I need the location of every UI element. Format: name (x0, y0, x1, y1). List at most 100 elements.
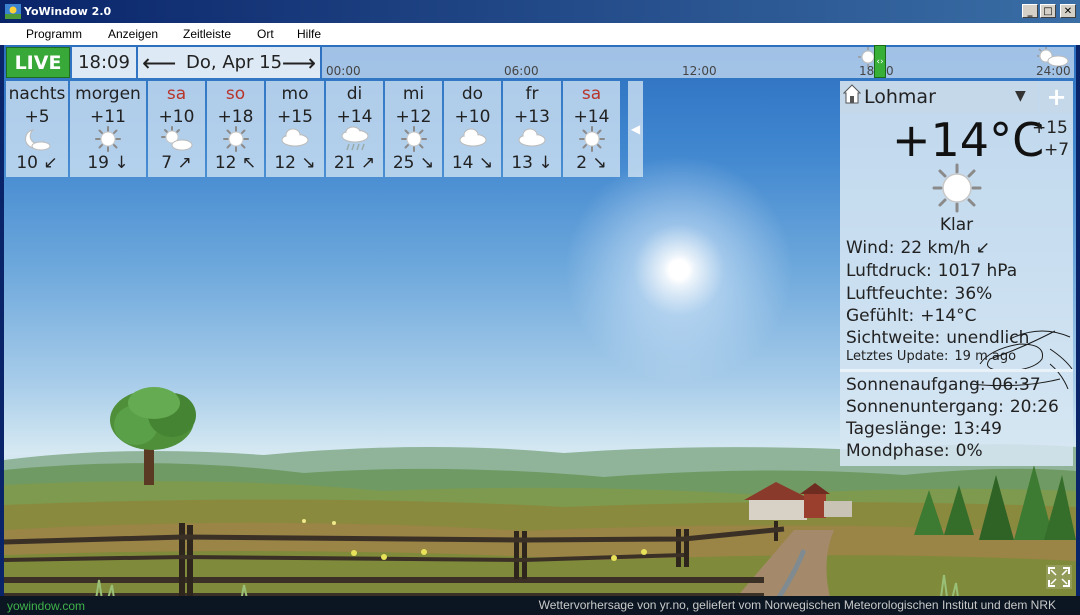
collapse-forecast-icon[interactable]: ◀ (628, 81, 643, 177)
detail-sunset: Sonnenuntergang: 20:26 (846, 397, 1059, 417)
condition-label: Klar (939, 215, 974, 235)
forecast-day[interactable]: di +14 21 ↗ (326, 81, 383, 177)
menu-anzeigen[interactable]: Anzeigen (108, 27, 158, 41)
time-control-bar: LIVE 18:09 ⟵ Do, Apr 15 ⟶ 00:00 06:00 12… (6, 45, 1074, 78)
detail-value: 22 km/h ↙ (900, 238, 991, 258)
detail-wind: Wind: 22 km/h ↙ (846, 238, 990, 258)
detail-humidity: Luftfeuchte: 36% (846, 284, 992, 304)
forecast-day[interactable]: morgen +11 19 ↓ (70, 81, 146, 177)
menu-bar: Programm Anzeigen Zeitleiste Ort Hilfe (0, 23, 1080, 45)
forecast-day-name: nachts (8, 84, 66, 104)
window-titlebar[interactable]: YoWindow 2.0 _ □ ✕ (0, 0, 1080, 23)
forecast-day-name: mi (402, 84, 425, 104)
timeline-tick: 12:00 (682, 64, 717, 78)
timeline-current-marker[interactable]: ‹› (874, 45, 886, 78)
menu-ort[interactable]: Ort (257, 27, 274, 41)
forecast-day[interactable]: sa +14 2 ↘ (563, 81, 620, 177)
current-time: 18:09 (72, 47, 136, 78)
cloud-icon (280, 126, 310, 152)
forecast-day-wind: 12 ↘ (274, 153, 316, 173)
live-button[interactable]: LIVE (6, 47, 70, 78)
high-temperature: +15 (1032, 118, 1068, 138)
forecast-day-name: fr (525, 84, 539, 104)
forecast-day-name: di (346, 84, 363, 104)
detail-day-length: Tageslänge: 13:49 (846, 419, 1002, 439)
moon-sun-icon (23, 126, 51, 156)
detail-label: Sonnenaufgang: (846, 375, 986, 395)
weather-details-panel: Lohmar ▼ + +14°C +15 +7 Klar Wind: 22 km/… (840, 81, 1073, 466)
forecast-day-wind: 21 ↗ (333, 153, 376, 173)
forecast-day[interactable]: so +18 12 ↖ (207, 81, 264, 177)
detail-sunrise: Sonnenaufgang: 06:37 (846, 375, 1041, 395)
forecast-day-name: sa (581, 84, 602, 104)
forecast-day-temp: +12 (395, 107, 432, 127)
forecast-day[interactable]: mo +15 12 ↘ (266, 81, 324, 177)
sun-icon (400, 126, 427, 156)
cloud-icon (458, 126, 488, 152)
forecast-day-temp: +10 (158, 107, 195, 127)
forecast-day-name: do (461, 84, 484, 104)
home-icon (843, 84, 861, 104)
detail-label: Mondphase: (846, 441, 950, 461)
current-temperature: +14°C (892, 113, 1045, 167)
detail-value: 20:26 (1009, 397, 1059, 417)
timeline-slider[interactable]: 00:00 06:00 12:00 18:00 24:00 ‹› (322, 45, 1074, 78)
detail-value: 13:49 (953, 419, 1002, 439)
yowindow-link[interactable]: yowindow.com (7, 599, 85, 613)
menu-programm[interactable]: Programm (26, 27, 82, 41)
detail-value: 1017 hPa (937, 261, 1018, 281)
detail-moon-phase: Mondphase: 0% (846, 441, 983, 461)
forecast-day-name: morgen (75, 84, 141, 104)
detail-value: 06:37 (991, 375, 1041, 395)
detail-label: Luftfeuchte: (846, 284, 949, 304)
forecast-day-temp: +18 (217, 107, 254, 127)
forecast-day[interactable]: fr +13 13 ↓ (503, 81, 561, 177)
forecast-day-name: mo (281, 84, 309, 104)
update-label: Letztes Update: (846, 349, 949, 364)
forecast-day-wind: 14 ↘ (451, 153, 494, 173)
forecast-day-name: so (225, 84, 246, 104)
forecast-day-wind: 2 ↘ (576, 153, 607, 173)
forecast-day-wind: 25 ↘ (392, 153, 435, 173)
fullscreen-icon[interactable] (1046, 565, 1072, 589)
forecast-day[interactable]: do +10 14 ↘ (444, 81, 501, 177)
forecast-day-temp: +14 (573, 107, 610, 127)
chevron-down-icon[interactable]: ▼ (1015, 88, 1026, 104)
menu-hilfe[interactable]: Hilfe (297, 27, 321, 41)
forecast-day[interactable]: nachts +5 10 ↙ (6, 81, 68, 177)
minimize-button[interactable]: _ (1022, 4, 1038, 18)
add-location-button[interactable]: + (1040, 81, 1073, 113)
app-icon (5, 4, 21, 19)
forecast-day[interactable]: mi +12 25 ↘ (385, 81, 442, 177)
detail-label: Luftdruck: (846, 261, 932, 281)
timeline-tick: 06:00 (504, 64, 539, 78)
window-title: YoWindow 2.0 (24, 5, 112, 18)
maximize-button[interactable]: □ (1040, 4, 1056, 18)
location-selector[interactable]: Lohmar ▼ (840, 81, 1038, 113)
forecast-day-temp: +14 (336, 107, 373, 127)
forecast-day-temp: +10 (454, 107, 491, 127)
location-name: Lohmar (864, 86, 936, 108)
detail-label: Tageslänge: (846, 419, 947, 439)
data-source-credit: Wettervorhersage von yr.no, geliefert vo… (538, 598, 1056, 612)
cloud-icon (517, 126, 547, 152)
menu-zeitleiste[interactable]: Zeitleiste (183, 27, 231, 41)
low-temperature: +7 (1044, 140, 1070, 160)
sun-icon (932, 163, 982, 213)
next-day-arrow-icon[interactable]: ⟶ (282, 49, 316, 77)
forecast-day-wind: 7 ↗ (161, 153, 192, 173)
forecast-day-wind: 10 ↙ (16, 153, 58, 173)
sun-icon (578, 126, 605, 156)
sun-icon (95, 126, 121, 156)
forecast-strip: nachts +5 10 ↙ morgen +11 19 ↓ sa +10 7 ↗ so +18 12… (6, 81, 643, 177)
detail-label: Gefühlt: (846, 306, 915, 326)
forecast-day[interactable]: sa +10 7 ↗ (148, 81, 205, 177)
detail-label: Wind: (846, 238, 895, 258)
previous-day-arrow-icon[interactable]: ⟵ (142, 49, 176, 77)
detail-label: Sichtweite: (846, 328, 941, 348)
close-button[interactable]: ✕ (1060, 4, 1076, 18)
sun-cloud-icon (160, 126, 193, 156)
detail-label: Sonnenuntergang: (846, 397, 1004, 417)
forecast-day-temp: +5 (24, 107, 50, 127)
timeline-tick: 00:00 (326, 64, 361, 78)
